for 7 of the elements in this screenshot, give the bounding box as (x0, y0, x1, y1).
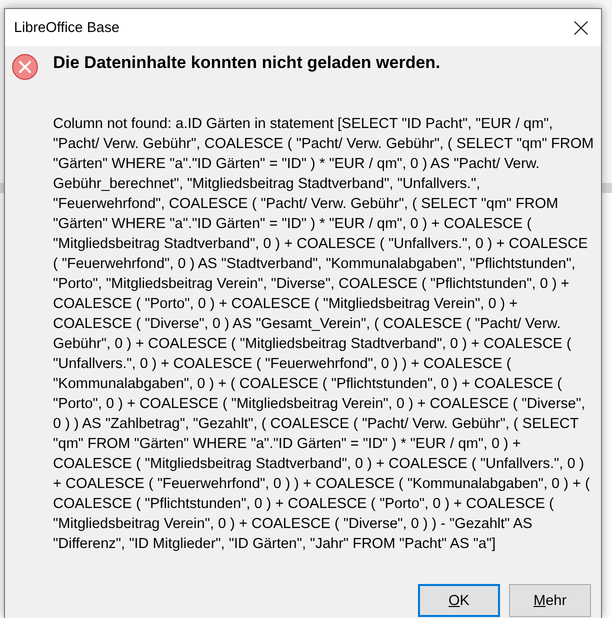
error-icon (12, 54, 38, 80)
error-heading: Die Dateninhalte konnten nicht geladen werden. (53, 52, 440, 74)
error-details: Column not found: a.ID Gärten in statement [SELECT "ID Pacht", "EUR / qm", "Pacht/ Verw. Gebühr", COALESCE ( "Pacht/ Verw. Gebühr", ( SELECT "qm" FROM "Gärten" WHERE "a"."ID Gärten" = "ID" ) * "EUR / qm", 0 ) AS "Pacht/ Verw. Gebühr_berechnet", "Mitgliedsbeitrag Stadtverband", "Unfallvers.", "Feuerwehrfond", COALESCE ( "Pacht/ Verw. Gebühr", ( SELECT "qm" FROM "Gärten" WHERE "a"."ID Gärten" = "ID" ) * "EUR / qm", 0 ) + COALESCE ( "Mitgliedsbeitrag Stadtverband", 0 ) + COALESCE ( "Unfallvers.", 0 ) + COALESCE ( "Feuerwehrfond", 0 ) AS "Stadtverband", "Kommunalabgaben", "Pflichtstunden", "Porto", "Mitgliedsbeitrag Verein", "Diverse", COALESCE ( "Pflichtstunden", 0 ) + COALESCE ( "Porto", 0 ) + COALESCE ( "Mitgliedsbeitrag Verein", 0 ) + COALESCE ( "Diverse", 0 ) AS "Gesamt_Verein", ( COALESCE ( "Pacht/ Verw. Gebühr", 0 ) + COALESCE ( "Mitgliedsbeitrag Stadtverband", 0 ) + COALESCE ( "Unfallvers.", 0 ) + COALESCE ( "Feuerwehrfond", 0 ) ) + COALESCE ( "Kommunalabgaben", 0 ) + ( COALESCE ( "Pflichtstunden", 0 ) + COALESCE ( "Porto", 0 ) + COALESCE ( "Mitgliedsbeitrag Verein", 0 ) + COALESCE ( "Diverse", 0 ) ) AS "Zahlbetrag", "Gezahlt", ( COALESCE ( "Pacht/ Verw. Gebühr", ( SELECT "qm" FROM "Gärten" WHERE "a"."ID Gärten" = "ID" ) * "EUR / qm", 0 ) + COALESCE ( "Mitgliedsbeitrag Stadtverband", 0 ) + COALESCE ( "Unfallvers.", 0 ) + COALESCE ( "Feuerwehrfond", 0 ) ) + COALESCE ( "Kommunalabgaben", 0 ) + ( COALESCE ( "Pflichtstunden", 0 ) + COALESCE ( "Porto", 0 ) + COALESCE ( "Mitgliedsbeitrag Verein", 0 ) + COALESCE ( "Diverse", 0 ) ) - "Gezahlt" AS "Differenz", "ID Mitglieder", "ID Gärten", "Jahr" FROM "Pacht" AS "a"] (53, 115, 595, 554)
window-title: LibreOffice Base (14, 20, 120, 36)
dialog-button[interactable]: Mehr (509, 584, 591, 617)
dialog-button[interactable]: OK (418, 584, 500, 617)
close-icon[interactable] (574, 20, 588, 34)
